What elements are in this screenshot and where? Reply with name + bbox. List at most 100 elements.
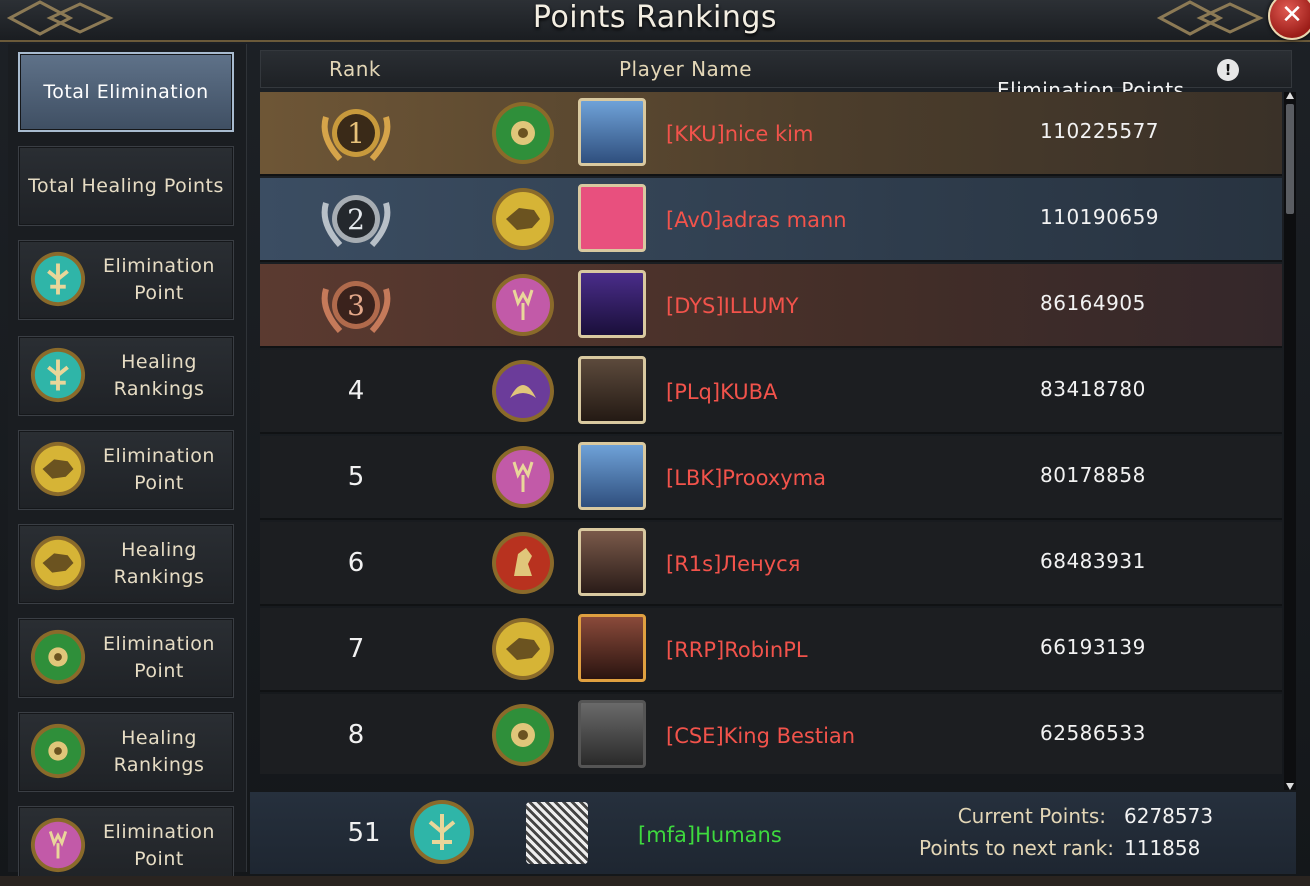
elimination-points: 68483931 (1040, 549, 1146, 573)
my-player-name[interactable]: [mfa]Humans (638, 792, 782, 878)
svg-text:3: 3 (347, 289, 365, 322)
sidebar-item-gold-elimination-point[interactable]: Elimination Point (18, 430, 234, 510)
close-icon: ✕ (1281, 0, 1303, 30)
avatar[interactable] (578, 270, 646, 338)
sidebar-item-green-healing-rankings[interactable]: Healing Rankings (18, 712, 234, 792)
elimination-points: 62586533 (1040, 721, 1146, 745)
sidebar-item-total-elimination[interactable]: Total Elimination (18, 52, 234, 132)
green-flower-crest-icon (492, 704, 554, 766)
green-flower-crest-icon (30, 629, 86, 685)
sidebar-item-gold-healing-rankings[interactable]: Healing Rankings (18, 524, 234, 604)
table-row[interactable]: 6 [R1s]Ленуся 68483931 (260, 522, 1282, 606)
right-ornament-icon (1156, 0, 1264, 36)
table-row[interactable]: 1 [KKU]nice kim 110225577 (260, 92, 1282, 176)
svg-text:2: 2 (347, 203, 365, 236)
scroll-thumb[interactable] (1286, 104, 1294, 214)
gold-wolf-crest-icon (492, 188, 554, 250)
sidebar-item-label: Elimination Point (103, 255, 215, 304)
my-avatar[interactable] (526, 802, 588, 864)
elimination-points: 110225577 (1040, 119, 1160, 143)
rank-number: 8 (347, 720, 365, 750)
sidebar-item-label: Healing Rankings (113, 539, 205, 588)
info-icon[interactable]: ! (1217, 59, 1239, 81)
table-row[interactable]: 8 [CSE]King Bestian 62586533 (260, 694, 1282, 774)
table-row[interactable]: 3 [DYS]ILLUMY 86164905 (260, 264, 1282, 348)
current-points-label: Current Points: (957, 804, 1106, 828)
sidebar-item-label: Healing Rankings (113, 351, 205, 400)
title-bar: Points Rankings (0, 0, 1310, 42)
elimination-points: 86164905 (1040, 291, 1146, 315)
gold-medal-icon: 1 (321, 109, 391, 162)
player-name[interactable]: [KKU]nice kim (666, 92, 813, 176)
table-header: Rank Player Name Elimination Points ! (260, 50, 1292, 102)
column-header-rank: Rank (329, 57, 381, 81)
player-name[interactable]: [RRP]RobinPL (666, 608, 808, 692)
sidebar-item-teal-healing-rankings[interactable]: Healing Rankings (18, 336, 234, 416)
sidebar-item-label: Healing Rankings (113, 727, 205, 776)
table-row[interactable]: 2 [Av0]adras mann 110190659 (260, 178, 1282, 262)
rank-number: 5 (347, 462, 365, 492)
window-title: Points Rankings (532, 0, 778, 35)
elimination-points: 83418780 (1040, 377, 1146, 401)
next-rank-label: Points to next rank: (918, 836, 1114, 860)
elimination-points: 80178858 (1040, 463, 1146, 487)
sidebar-item-teal-elimination-point[interactable]: Elimination Point (18, 240, 234, 320)
sidebar-item-label: Total Healing Points (28, 174, 224, 197)
sidebar-item-label: Elimination Point (103, 445, 215, 494)
avatar[interactable] (578, 184, 646, 252)
svg-text:1: 1 (347, 117, 365, 150)
gold-wolf-crest-icon (492, 618, 554, 680)
red-lion-crest-icon (492, 532, 554, 594)
elimination-points: 110190659 (1040, 205, 1160, 229)
sidebar-item-total-healing-points[interactable]: Total Healing Points (18, 146, 234, 226)
gold-wolf-crest-icon (30, 535, 86, 591)
purple-dragon-crest-icon (492, 360, 554, 422)
avatar[interactable] (578, 356, 646, 424)
player-name[interactable]: [Av0]adras mann (666, 178, 847, 262)
teal-house-crest-icon (410, 800, 474, 864)
sidebar-item-label: Elimination Point (103, 633, 215, 682)
teal-house-crest-icon (30, 251, 86, 307)
sidebar-item-label: Elimination Point (103, 821, 215, 870)
player-name[interactable]: [PLq]KUBA (666, 350, 777, 434)
gold-wolf-crest-icon (30, 441, 86, 497)
pink-stag-crest-icon (492, 274, 554, 336)
bottom-border (0, 876, 1310, 886)
player-name[interactable]: [LBK]Prooxyma (666, 436, 826, 520)
green-flower-crest-icon (30, 723, 86, 779)
pink-stag-crest-icon (492, 446, 554, 508)
player-name[interactable]: [DYS]ILLUMY (666, 264, 798, 348)
pink-stag-crest-icon (30, 817, 86, 873)
green-flower-crest-icon (492, 102, 554, 164)
sidebar-item-label: Total Elimination (43, 80, 209, 103)
rank-number: 7 (347, 634, 365, 664)
player-name[interactable]: [CSE]King Bestian (666, 694, 855, 774)
table-row[interactable]: 4 [PLq]KUBA 83418780 (260, 350, 1282, 434)
ranking-list: 1 [KKU]nice kim 110225577 2 [Av0]adras m… (260, 92, 1282, 774)
rank-number: 4 (347, 376, 365, 406)
table-row[interactable]: 5 [LBK]Prooxyma 80178858 (260, 436, 1282, 520)
scroll-up-icon[interactable] (1286, 92, 1294, 99)
avatar[interactable] (578, 442, 646, 510)
elimination-points: 66193139 (1040, 635, 1146, 659)
sidebar-item-green-elimination-point[interactable]: Elimination Point (18, 618, 234, 698)
teal-house-crest-icon (30, 347, 86, 403)
my-rank-bar: 51 [mfa]Humans Current Points: 6278573 P… (250, 792, 1296, 874)
avatar[interactable] (578, 528, 646, 596)
category-sidebar: Total Elimination Total Healing Points E… (8, 44, 247, 886)
sidebar-item-pink-elimination-point[interactable]: Elimination Point (18, 806, 234, 886)
rank-number: 6 (347, 548, 365, 578)
scroll-down-icon[interactable] (1286, 783, 1294, 790)
table-row[interactable]: 7 [RRP]RobinPL 66193139 (260, 608, 1282, 692)
avatar[interactable] (578, 98, 646, 166)
rankings-window: Points Rankings ✕ Total Elimination Tota… (0, 0, 1310, 886)
avatar[interactable] (578, 614, 646, 682)
my-rank-number: 51 (347, 818, 381, 848)
player-name[interactable]: [R1s]Ленуся (666, 522, 800, 606)
avatar[interactable] (578, 700, 646, 768)
current-points-value: 6278573 (1124, 804, 1214, 828)
silver-medal-icon: 2 (321, 195, 391, 248)
bronze-medal-icon: 3 (321, 281, 391, 334)
column-header-player-name: Player Name (619, 57, 753, 81)
scrollbar[interactable] (1284, 92, 1296, 790)
